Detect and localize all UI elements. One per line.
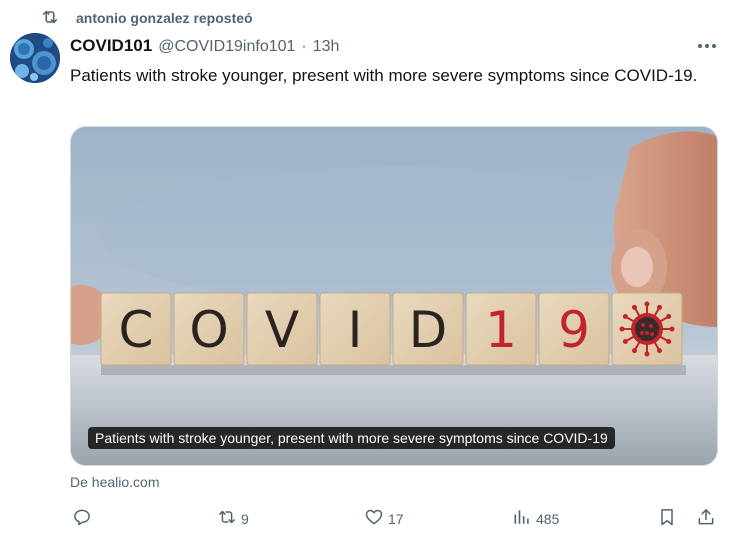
block-letter: V (265, 301, 299, 359)
like-count: 17 (388, 511, 404, 527)
author-name[interactable]: COVID101 (70, 36, 152, 56)
reply-button[interactable] (72, 506, 96, 532)
block-letter: C (119, 301, 154, 359)
block-letter: I (348, 301, 363, 359)
reply-icon (72, 507, 92, 532)
heart-icon (364, 507, 384, 532)
views-button[interactable]: 485 (512, 506, 559, 532)
action-bar: 9 17 485 (0, 506, 736, 534)
author-handle[interactable]: @COVID19info101 (158, 38, 295, 56)
bookmark-button[interactable] (657, 506, 677, 532)
block-letter: O (189, 301, 228, 359)
media-card[interactable]: COVID19 Patients with stroke younger, pr… (70, 126, 718, 466)
avatar[interactable] (10, 33, 60, 83)
repost-icon (217, 507, 237, 532)
card-caption: Patients with stroke younger, present wi… (88, 427, 615, 449)
share-button[interactable] (696, 506, 716, 532)
link-source[interactable]: De healio.com (70, 474, 160, 490)
reposter-name[interactable]: antonio gonzalez reposteó (76, 10, 253, 26)
timestamp[interactable]: 13h (313, 38, 340, 56)
share-icon (696, 507, 716, 532)
repost-button[interactable]: 9 (217, 506, 249, 532)
repost-indicator (40, 9, 60, 29)
like-button[interactable]: 17 (364, 506, 404, 532)
card-image: COVID19 (71, 127, 717, 465)
views-icon (512, 507, 532, 532)
more-icon[interactable] (694, 35, 720, 57)
tweet-header: COVID101 @COVID19info101 · 13h (70, 36, 339, 56)
separator: · (301, 38, 307, 55)
block-letter: D (409, 301, 448, 359)
tweet-text: Patients with stroke younger, present wi… (70, 66, 698, 85)
bookmark-icon (657, 507, 677, 532)
block-letter: 9 (558, 301, 590, 359)
block-letter: 1 (485, 301, 517, 359)
repost-icon (40, 7, 60, 32)
repost-count: 9 (241, 511, 249, 527)
views-count: 485 (536, 511, 560, 527)
